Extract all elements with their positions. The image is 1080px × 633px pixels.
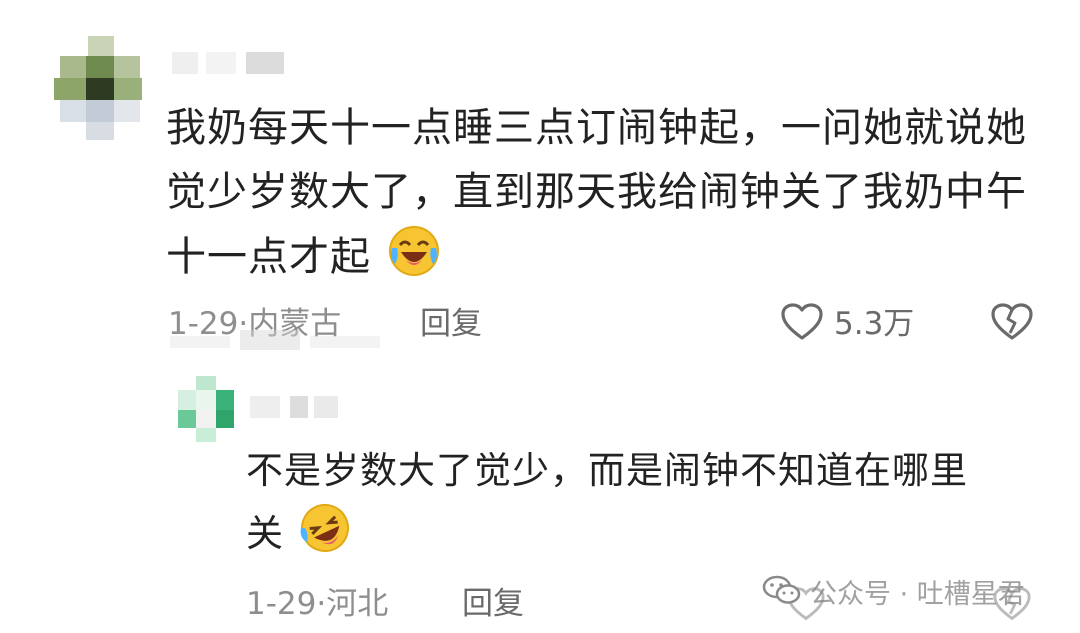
watermark-text: 公众号 · 吐槽星君: [810, 578, 1025, 610]
commenter-avatar[interactable]: [50, 36, 142, 140]
comment-reply-button[interactable]: 回复: [420, 304, 482, 344]
reply-reply-button[interactable]: 回复: [462, 584, 524, 624]
heart-outline-icon: [780, 302, 824, 346]
blurred-overlay: [170, 330, 380, 352]
comment-line-3: 十一点才起: [166, 224, 1046, 297]
comment-like-count: 5.3万: [834, 306, 915, 342]
commenter-name-blurred[interactable]: [172, 52, 292, 74]
replier-avatar[interactable]: [178, 376, 234, 442]
comment-body: 我奶每天十一点睡三点订闹钟起，一问她就说她 觉少岁数大了，直到那天我给闹钟关了我…: [166, 96, 1046, 297]
reply-line-2: 关: [246, 502, 1046, 573]
comment-like-button[interactable]: 5.3万: [780, 302, 914, 346]
replier-name-blurred[interactable]: [250, 396, 340, 418]
reply-line-1: 不是岁数大了觉少，而是闹钟不知道在哪里: [246, 449, 968, 492]
wechat-icon: [762, 574, 802, 615]
rolling-laughing-emoji-icon: [299, 502, 351, 573]
crying-laughing-emoji-icon: [387, 224, 441, 297]
comment-line-2: 觉少岁数大了，直到那天我给闹钟关了我奶中午: [166, 169, 1027, 215]
reply-body: 不是岁数大了觉少，而是闹钟不知道在哪里 关: [246, 440, 1046, 573]
reply-date-location: 1-29·河北: [246, 586, 389, 622]
comment-line-1: 我奶每天十一点睡三点订闹钟起，一问她就说她: [166, 105, 1027, 151]
comment-dislike-button[interactable]: [990, 302, 1034, 346]
watermark: 公众号 · 吐槽星君: [762, 574, 1025, 615]
broken-heart-icon: [990, 302, 1034, 346]
